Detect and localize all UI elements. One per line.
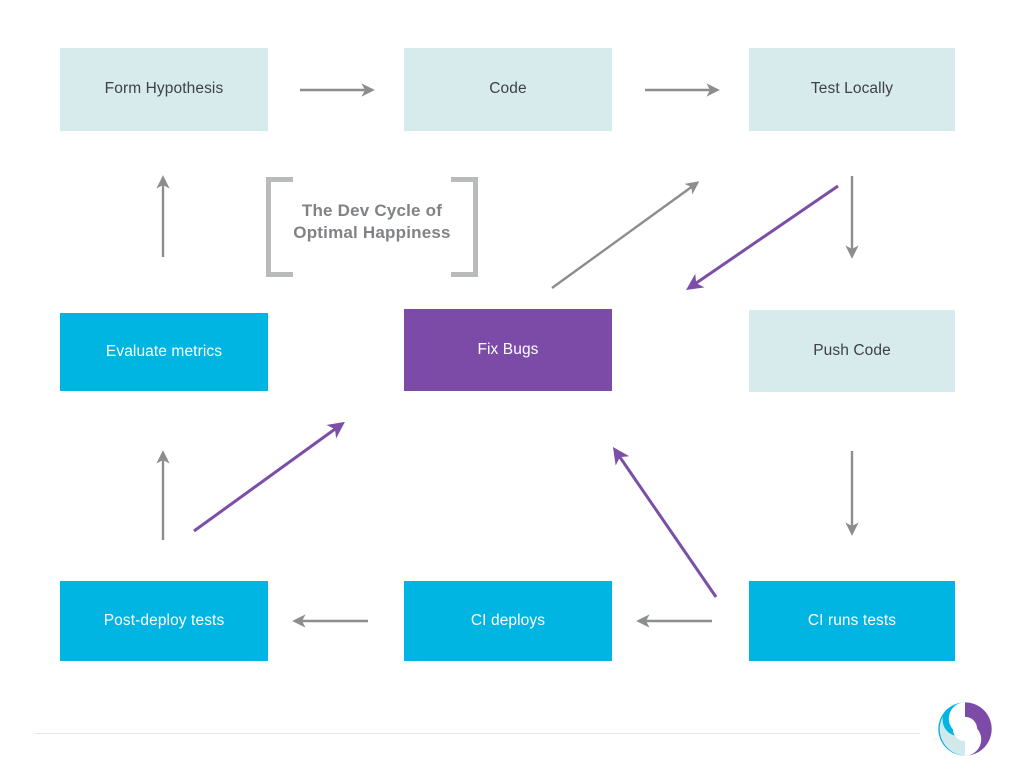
node-label: CI deploys — [470, 611, 546, 629]
node-label: Code — [489, 80, 527, 98]
node-fix-bugs[interactable]: Fix Bugs — [404, 309, 612, 391]
arrow-test-locally-to-fix-bugs — [686, 184, 839, 291]
node-push-code[interactable]: Push Code — [749, 310, 955, 392]
node-post-deploy-tests[interactable]: Post-deploy tests — [60, 581, 268, 661]
page-title: The Dev Cycle of Optimal Happiness — [266, 177, 478, 267]
title-block: The Dev Cycle of Optimal Happiness — [266, 177, 478, 277]
node-ci-deploys[interactable]: CI deploys — [404, 581, 612, 661]
node-label: Evaluate metrics — [105, 342, 223, 360]
arrow-post-deploy-to-fix-bugs — [193, 421, 345, 533]
node-ci-runs-tests[interactable]: CI runs tests — [749, 581, 955, 661]
node-label: Push Code — [813, 341, 891, 359]
node-label: Post-deploy tests — [103, 611, 225, 629]
title-line-1: The Dev Cycle of — [301, 200, 443, 220]
slide-canvas: Form Hypothesis Code Test Locally Evaluate … — [0, 0, 1024, 768]
footer-divider — [35, 733, 920, 734]
arrow-fix-bugs-to-test-locally — [551, 181, 700, 289]
node-label: CI runs tests — [807, 611, 897, 629]
node-label: Form Hypothesis — [104, 80, 224, 98]
node-evaluate-metrics[interactable]: Evaluate metrics — [60, 313, 268, 391]
swirl-circle-logo — [938, 702, 992, 756]
node-test-locally[interactable]: Test Locally — [749, 48, 955, 131]
node-code[interactable]: Code — [404, 48, 612, 131]
node-label: Test Locally — [810, 80, 894, 98]
title-line-2: Optimal Happiness — [293, 223, 451, 242]
node-form-hypothesis[interactable]: Form Hypothesis — [60, 48, 268, 131]
node-label: Fix Bugs — [477, 340, 539, 358]
arrow-ci-runs-tests-to-fix-bugs — [612, 447, 718, 598]
